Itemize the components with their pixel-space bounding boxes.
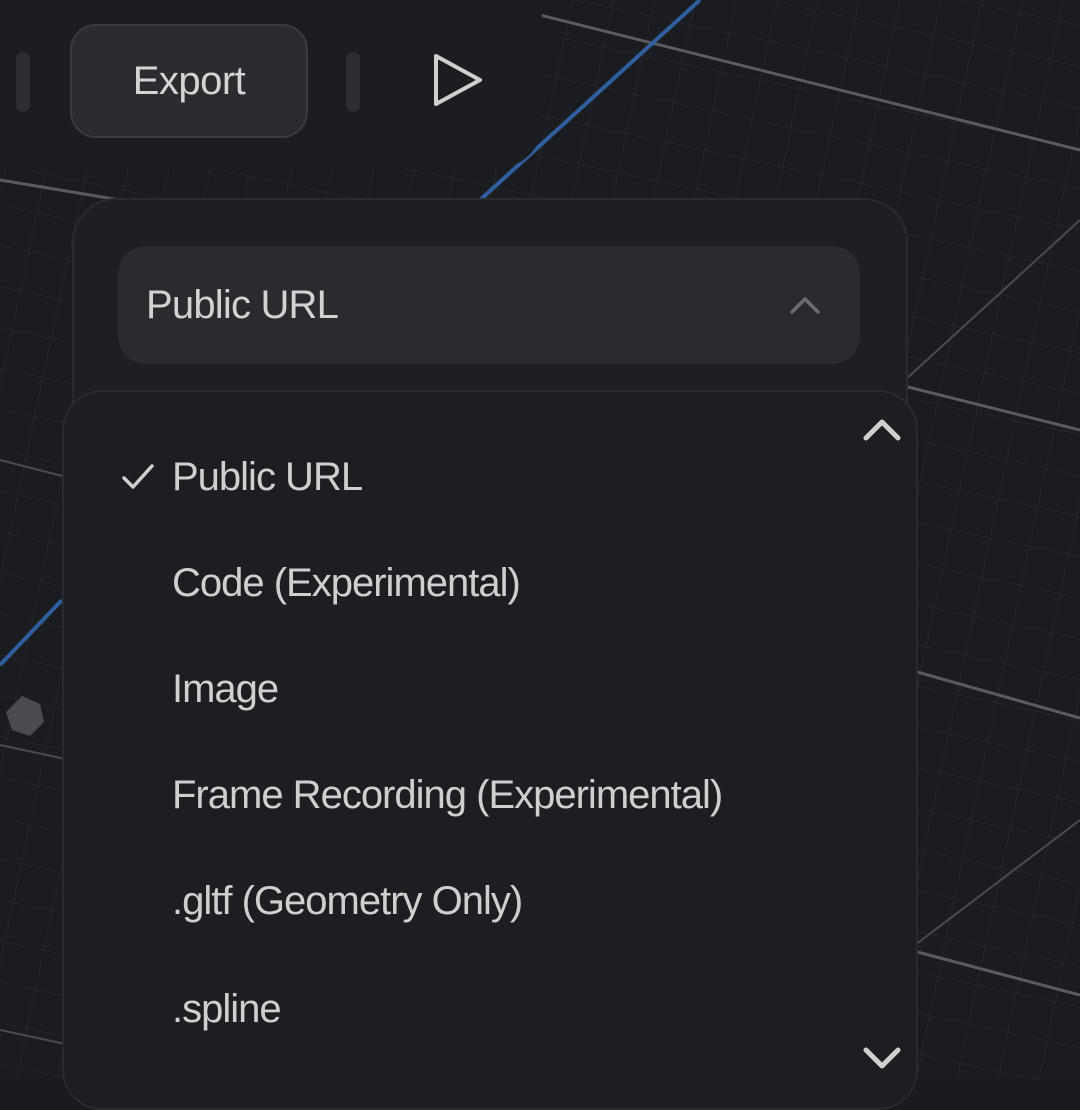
dropdown-option-image[interactable]: Image xyxy=(64,636,844,742)
chevron-up-icon xyxy=(790,297,820,314)
export-type-selected-value: Public URL xyxy=(146,283,339,327)
scroll-down-chevron-icon[interactable] xyxy=(860,1042,904,1076)
export-type-dropdown: Public URL Code (Experimental) Image Fra… xyxy=(62,390,918,1110)
export-type-select[interactable]: Public URL xyxy=(118,246,860,364)
dropdown-option-gltf[interactable]: .gltf (Geometry Only) xyxy=(64,848,844,954)
dropdown-option-label: Code (Experimental) xyxy=(172,561,521,605)
dropdown-option-label: .gltf (Geometry Only) xyxy=(172,879,523,923)
export-button[interactable]: Export xyxy=(70,24,308,138)
dropdown-option-public-url[interactable]: Public URL xyxy=(64,424,844,530)
dropdown-option-spline[interactable]: .spline xyxy=(64,956,844,1062)
scroll-up-chevron-icon[interactable] xyxy=(860,412,904,446)
dropdown-option-label: Frame Recording (Experimental) xyxy=(172,773,723,817)
check-icon xyxy=(122,464,154,489)
dropdown-option-label: .spline xyxy=(172,987,282,1031)
dropdown-option-code[interactable]: Code (Experimental) xyxy=(64,530,844,636)
dropdown-option-frame-recording[interactable]: Frame Recording (Experimental) xyxy=(64,742,844,848)
toolbar-divider xyxy=(16,52,30,112)
toolbar-divider xyxy=(346,52,360,112)
play-icon[interactable] xyxy=(430,52,486,108)
dropdown-option-label: Image xyxy=(172,667,279,711)
dropdown-option-label: Public URL xyxy=(172,455,363,499)
